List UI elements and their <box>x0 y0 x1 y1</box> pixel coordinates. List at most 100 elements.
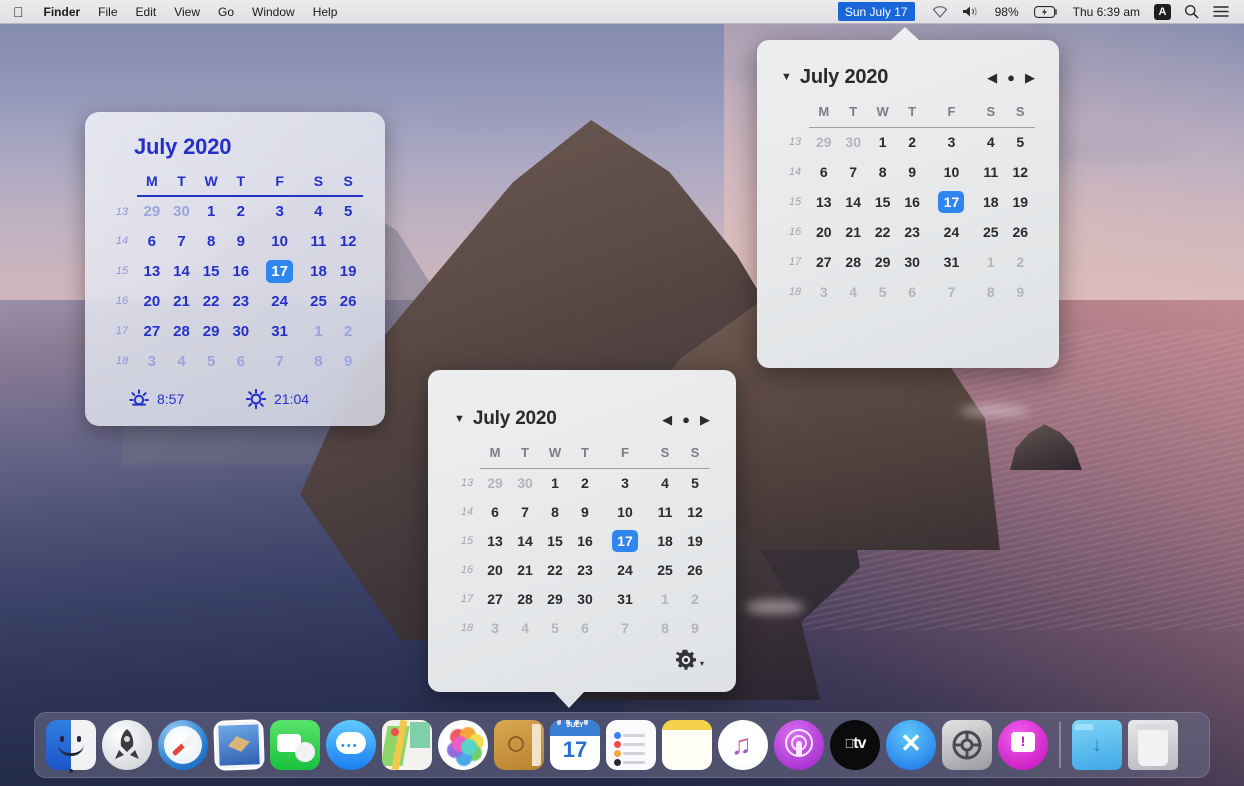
dock-item-contacts[interactable] <box>491 716 547 774</box>
calendar-day[interactable]: 29 <box>809 127 838 157</box>
apple-icon[interactable]:  <box>0 0 35 23</box>
calendar-day[interactable]: 7 <box>510 497 540 526</box>
menu-item-edit[interactable]: Edit <box>127 0 166 23</box>
calendar-day[interactable]: 14 <box>510 526 540 555</box>
calendar-day-selected[interactable]: 17 <box>927 187 976 217</box>
calendar-day[interactable]: 1 <box>650 584 680 613</box>
calendar-day[interactable]: 8 <box>304 346 334 376</box>
calendar-day[interactable]: 4 <box>838 277 867 307</box>
calendar-day[interactable]: 9 <box>897 157 926 187</box>
calendar-day[interactable]: 25 <box>304 286 334 316</box>
calendar-day[interactable]: 9 <box>1006 277 1035 307</box>
calendar-day[interactable]: 5 <box>680 468 710 497</box>
calendar-day[interactable]: 26 <box>1006 217 1035 247</box>
calendar-day[interactable]: 6 <box>480 497 510 526</box>
calendar-day[interactable]: 11 <box>650 497 680 526</box>
dock-item-tv[interactable]: tv <box>827 716 883 774</box>
calendar-day[interactable]: 4 <box>650 468 680 497</box>
calendar-day[interactable]: 31 <box>256 316 304 346</box>
dock-item-trash[interactable] <box>1125 716 1181 774</box>
dock-item-messages[interactable]: ••• <box>323 716 379 774</box>
calendar-day[interactable]: 19 <box>333 256 363 286</box>
calendar-day[interactable]: 29 <box>137 196 167 226</box>
calendar-day[interactable]: 3 <box>927 127 976 157</box>
calendar-day[interactable]: 29 <box>540 584 570 613</box>
calendar-day[interactable]: 3 <box>809 277 838 307</box>
wifi-icon[interactable] <box>925 0 955 23</box>
calendar-day[interactable]: 13 <box>809 187 838 217</box>
battery-charging-icon[interactable] <box>1027 0 1065 23</box>
calendar-day[interactable]: 16 <box>897 187 926 217</box>
control-center-icon[interactable] <box>1206 0 1236 23</box>
calendar-day[interactable]: 7 <box>927 277 976 307</box>
calendar-day[interactable]: 25 <box>650 555 680 584</box>
calendar-day[interactable]: 14 <box>167 256 197 286</box>
calendar-day[interactable]: 28 <box>510 584 540 613</box>
menu-item-file[interactable]: File <box>89 0 126 23</box>
calendar-day[interactable]: 31 <box>600 584 650 613</box>
calendar-day[interactable]: 18 <box>304 256 334 286</box>
calendar-day[interactable]: 12 <box>333 226 363 256</box>
calendar-day[interactable]: 9 <box>680 613 710 642</box>
settings-dropdown-arrow[interactable]: ▾ <box>700 659 704 668</box>
prev-month-icon[interactable]: ◀ <box>987 71 997 84</box>
menu-item-go[interactable]: Go <box>209 0 243 23</box>
calendar-day[interactable]: 28 <box>838 247 867 277</box>
chevron-down-icon[interactable]: ▼ <box>781 72 792 83</box>
calendar-day[interactable]: 9 <box>570 497 600 526</box>
calendar-day[interactable]: 7 <box>256 346 304 376</box>
calendar-day[interactable]: 6 <box>137 226 167 256</box>
calendar-day[interactable]: 20 <box>809 217 838 247</box>
calendar-day[interactable]: 30 <box>838 127 867 157</box>
calendar-day[interactable]: 23 <box>897 217 926 247</box>
dock-calendar-popover[interactable]: ▼ July 2020 ◀ ● ▶ M T W T F S S 13 29 30 1 2… <box>428 370 736 708</box>
calendar-day[interactable]: 21 <box>167 286 197 316</box>
calendar-day[interactable]: 6 <box>570 613 600 642</box>
calendar-day[interactable]: 30 <box>510 468 540 497</box>
calendar-day[interactable]: 8 <box>196 226 226 256</box>
calendar-day[interactable]: 5 <box>196 346 226 376</box>
menu-item-view[interactable]: View <box>165 0 209 23</box>
dock-item-finder[interactable] <box>43 716 99 774</box>
calendar-day[interactable]: 16 <box>226 256 256 286</box>
calendar-day-selected[interactable]: 17 <box>600 526 650 555</box>
calendar-day[interactable]: 21 <box>838 217 867 247</box>
calendar-day[interactable]: 2 <box>333 316 363 346</box>
calendar-day[interactable]: 4 <box>167 346 197 376</box>
calendar-day[interactable]: 5 <box>540 613 570 642</box>
menu-item-help[interactable]: Help <box>304 0 347 23</box>
dock-item-system-preferences[interactable] <box>939 716 995 774</box>
calendar-day[interactable]: 5 <box>868 277 897 307</box>
calendar-day[interactable]: 31 <box>927 247 976 277</box>
input-source-icon[interactable]: A <box>1154 3 1171 20</box>
calendar-day[interactable]: 2 <box>570 468 600 497</box>
calendar-day[interactable]: 24 <box>600 555 650 584</box>
dock-item-maps[interactable] <box>379 716 435 774</box>
search-icon[interactable] <box>1177 0 1206 23</box>
dock-item-podcasts[interactable] <box>771 716 827 774</box>
volume-icon[interactable] <box>955 0 987 23</box>
calendar-day[interactable]: 18 <box>976 187 1005 217</box>
calendar-day[interactable]: 18 <box>650 526 680 555</box>
calendar-day[interactable]: 10 <box>600 497 650 526</box>
calendar-day[interactable]: 30 <box>226 316 256 346</box>
calendar-day[interactable]: 8 <box>650 613 680 642</box>
today-dot-icon[interactable]: ● <box>682 413 690 426</box>
calendar-day[interactable]: 30 <box>570 584 600 613</box>
menu-bar-date-item[interactable]: Sun July 17 <box>837 2 915 21</box>
dock-item-reminders[interactable] <box>603 716 659 774</box>
calendar-day[interactable]: 3 <box>480 613 510 642</box>
calendar-day[interactable]: 9 <box>333 346 363 376</box>
calendar-day[interactable]: 4 <box>510 613 540 642</box>
menu-bar-clock[interactable]: Thu 6:39 am <box>1065 5 1148 19</box>
calendar-day[interactable]: 8 <box>976 277 1005 307</box>
menu-item-finder[interactable]: Finder <box>35 0 90 23</box>
calendar-day[interactable]: 15 <box>540 526 570 555</box>
calendar-day[interactable]: 23 <box>570 555 600 584</box>
calendar-day[interactable]: 25 <box>976 217 1005 247</box>
chevron-down-icon[interactable]: ▼ <box>454 413 465 425</box>
calendar-day[interactable]: 5 <box>333 196 363 226</box>
calendar-day[interactable]: 1 <box>540 468 570 497</box>
calendar-day[interactable]: 15 <box>196 256 226 286</box>
calendar-day[interactable]: 24 <box>256 286 304 316</box>
